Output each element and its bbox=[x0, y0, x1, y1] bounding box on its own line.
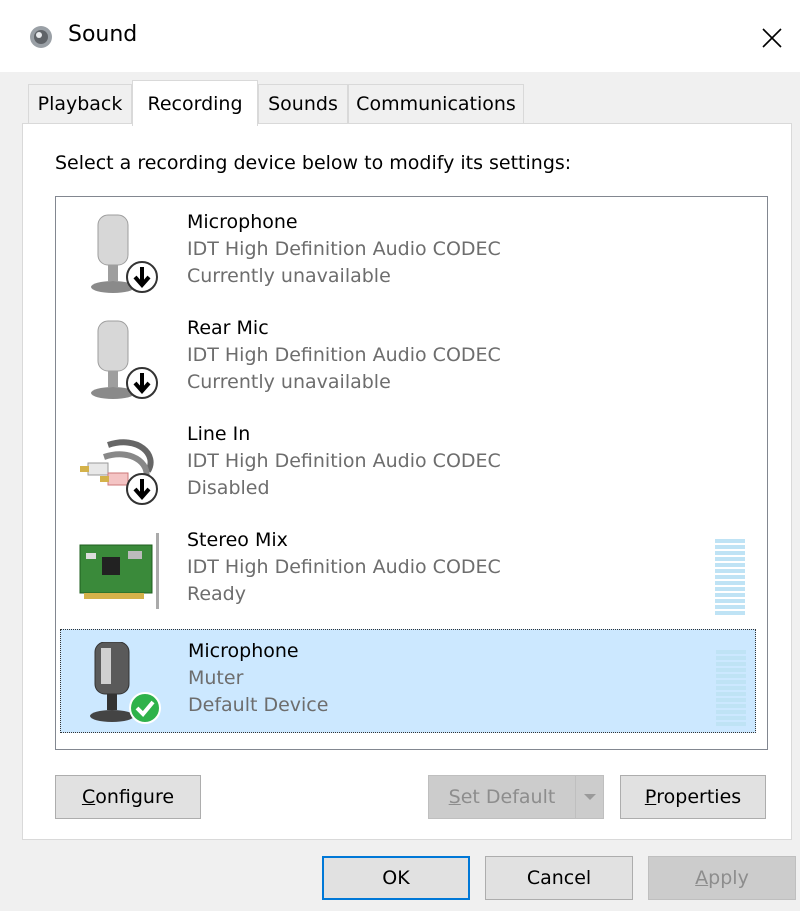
level-meter bbox=[715, 539, 745, 615]
tab-label: Sounds bbox=[268, 93, 338, 115]
device-item-rear-mic[interactable]: Rear Mic IDT High Definition Audio CODEC… bbox=[60, 307, 756, 411]
device-name: Stereo Mix bbox=[187, 529, 288, 551]
device-driver: IDT High Definition Audio CODEC bbox=[187, 556, 501, 578]
window-title: Sound bbox=[68, 22, 138, 47]
device-status: Ready bbox=[187, 583, 246, 605]
tab-label: Recording bbox=[147, 92, 243, 115]
tab-label: Playback bbox=[37, 93, 123, 115]
device-status: Disabled bbox=[187, 477, 270, 499]
level-meter bbox=[716, 650, 746, 726]
microphone-icon bbox=[91, 214, 158, 293]
recording-panel: Select a recording device below to modif… bbox=[22, 123, 792, 840]
ok-label: OK bbox=[382, 867, 410, 889]
sound-card-icon bbox=[79, 533, 159, 609]
properties-button[interactable]: Properties bbox=[620, 775, 766, 819]
cancel-button[interactable]: Cancel bbox=[485, 856, 633, 900]
device-item-line-in[interactable]: Line In IDT High Definition Audio CODEC … bbox=[60, 413, 756, 517]
instruction-text: Select a recording device below to modif… bbox=[55, 152, 572, 174]
tab-strip: Playback Recording Sounds Communications bbox=[0, 72, 800, 126]
ok-button[interactable]: OK bbox=[322, 856, 470, 900]
properties-mnemonic: P bbox=[644, 786, 657, 808]
device-driver: Muter bbox=[188, 667, 244, 689]
apply-label: pply bbox=[708, 867, 749, 889]
close-icon bbox=[762, 28, 782, 48]
device-status: Default Device bbox=[188, 694, 329, 716]
close-button[interactable] bbox=[752, 20, 792, 56]
speaker-icon bbox=[30, 26, 52, 48]
configure-label: onfigure bbox=[95, 786, 175, 808]
device-list[interactable]: Microphone IDT High Definition Audio COD… bbox=[55, 196, 768, 750]
device-name: Line In bbox=[187, 423, 251, 445]
apply-button[interactable]: Apply bbox=[648, 856, 796, 900]
device-name: Microphone bbox=[188, 640, 299, 662]
microphone-icon bbox=[90, 642, 161, 724]
device-status: Currently unavailable bbox=[187, 371, 391, 393]
microphone-icon bbox=[91, 320, 158, 399]
tab-sounds[interactable]: Sounds bbox=[258, 84, 348, 124]
device-driver: IDT High Definition Audio CODEC bbox=[187, 344, 501, 366]
tab-recording[interactable]: Recording bbox=[132, 80, 258, 126]
title-bar: Sound bbox=[0, 0, 800, 72]
rca-cable-icon bbox=[80, 439, 158, 505]
cancel-label: Cancel bbox=[526, 867, 592, 889]
device-item-microphone[interactable]: Microphone IDT High Definition Audio COD… bbox=[60, 201, 756, 305]
configure-button[interactable]: Configure bbox=[55, 775, 201, 819]
device-driver: IDT High Definition Audio CODEC bbox=[187, 450, 501, 472]
chevron-down-icon bbox=[583, 794, 596, 800]
configure-mnemonic: C bbox=[81, 786, 96, 808]
tab-label: Communications bbox=[356, 93, 516, 115]
device-name: Microphone bbox=[187, 211, 298, 233]
tab-communications[interactable]: Communications bbox=[348, 84, 524, 124]
device-status: Currently unavailable bbox=[187, 265, 391, 287]
set-default-button[interactable]: Set Default bbox=[428, 775, 604, 819]
device-item-stereo-mix[interactable]: Stereo Mix IDT High Definition Audio COD… bbox=[60, 519, 756, 623]
device-driver: IDT High Definition Audio CODEC bbox=[187, 238, 501, 260]
down-arrow-badge-icon bbox=[126, 367, 158, 399]
down-arrow-badge-icon bbox=[126, 261, 158, 293]
green-check-badge-icon bbox=[129, 692, 161, 724]
set-default-mnemonic: S bbox=[448, 786, 461, 808]
apply-mnemonic: A bbox=[695, 867, 709, 889]
device-name: Rear Mic bbox=[187, 317, 269, 339]
device-item-microphone-default[interactable]: Microphone Muter Default Device bbox=[60, 629, 756, 733]
properties-label: roperties bbox=[656, 786, 742, 808]
set-default-dropdown[interactable] bbox=[575, 776, 603, 818]
tab-playback[interactable]: Playback bbox=[28, 84, 132, 124]
set-default-label: et Default bbox=[460, 786, 556, 808]
down-arrow-badge-icon bbox=[126, 473, 158, 505]
